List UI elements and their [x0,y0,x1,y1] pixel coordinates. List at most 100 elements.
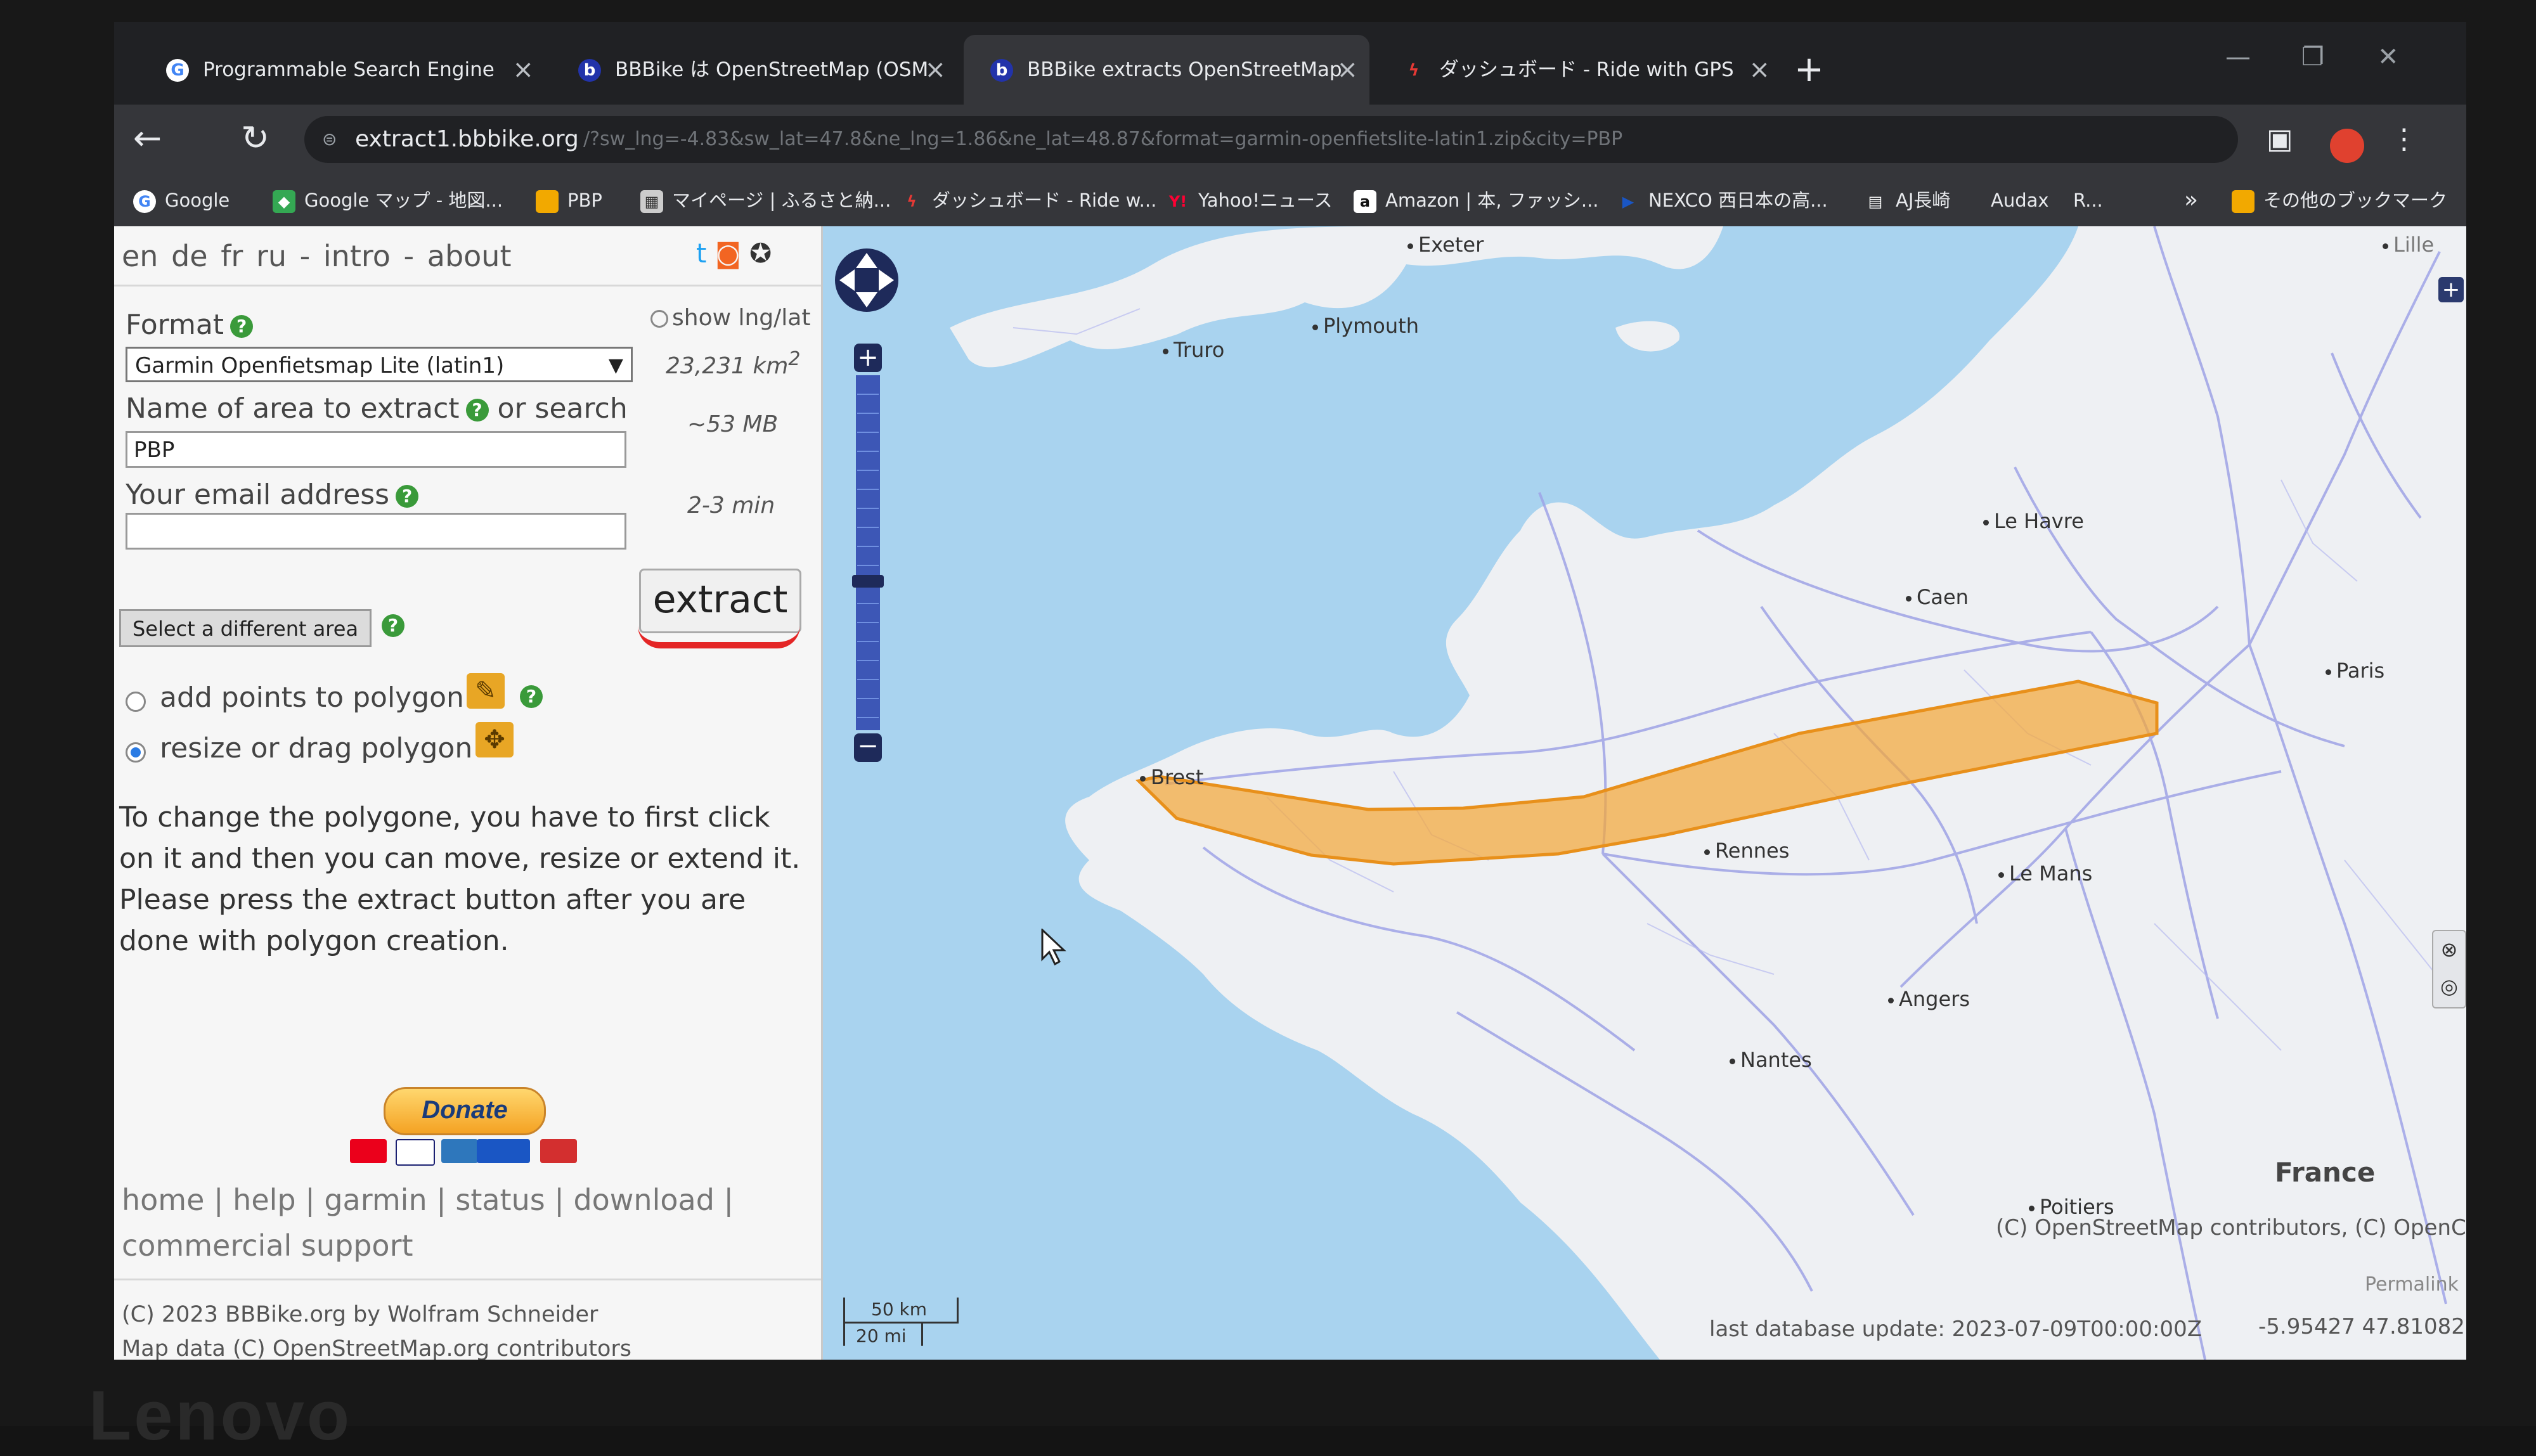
radio-icon[interactable] [650,310,668,328]
map-attribution[interactable]: (C) OpenStreetMap contributors, (C) Open… [1996,1215,2466,1240]
or-search-link[interactable]: or search [498,392,628,425]
bookmark-google-maps[interactable]: ◆ Google マップ - 地図... [273,174,503,226]
close-circle-icon[interactable]: ⊗ [2433,931,2465,968]
email-label: Your email address? [126,479,419,511]
layer-switcher-icon[interactable]: + [2438,277,2464,302]
nexco-icon: ▶ [1622,193,1634,210]
email-input[interactable] [126,513,626,550]
pencil-icon[interactable]: ✎ [467,673,505,709]
reload-icon[interactable]: ↻ [241,116,269,160]
nav-intro-link[interactable]: intro [323,239,391,273]
map-zoom-controls[interactable]: + − [832,245,902,790]
ridewithgps-icon: ϟ [907,193,917,210]
minimize-icon[interactable]: — [2225,32,2251,82]
show-lnglat-toggle[interactable]: show lng/lat [650,305,810,331]
amex-icon [441,1139,478,1163]
nav-separator: - [403,239,415,273]
bookmark-aj-nagasaki[interactable]: ▤ AJ長崎 [1864,174,1951,226]
add-points-radio[interactable] [126,692,146,712]
tab-bbbike-extracts[interactable]: b BBBike extracts OpenStreetMap × [964,35,1369,105]
site-icon: ▦ [640,190,663,213]
close-tab-icon[interactable]: × [1749,35,1770,105]
city-label: Exeter [1407,233,1484,257]
more-bookmarks-chevron-icon[interactable]: » [2184,174,2198,226]
map-view[interactable]: + − + ⊗ ◎ Exeter Plymouth Truro Le Havre… [823,226,2466,1360]
restore-icon[interactable]: ❐ [2301,32,2324,82]
lang-fr[interactable]: fr [221,239,243,273]
bookmark-google[interactable]: G Google [133,174,230,226]
close-tab-icon[interactable]: × [512,35,534,105]
ridewithgps-icon: ϟ [1408,61,1420,80]
help-icon[interactable]: ? [465,399,489,422]
address-bar[interactable]: ⊜ extract1.bbbike.org /?sw_lng=-4.83&sw_… [304,116,2238,163]
city-label: Plymouth [1312,314,1419,338]
nav-about-link[interactable]: about [427,239,512,273]
status-link[interactable]: status [455,1183,545,1217]
side-panel-icon[interactable]: ▣ [2267,119,2293,160]
garmin-link[interactable]: garmin [324,1183,427,1217]
select-different-area-button[interactable]: Select a different area [119,609,372,647]
language-nav: en de fr ru - intro - about [122,239,515,273]
tab-bbbike-osm[interactable]: b BBBike は OpenStreetMap (OSM × [552,35,957,105]
tab-ride-with-gps[interactable]: ϟ ダッシュボード - Ride with GPS × [1376,35,1782,105]
area-name-input[interactable]: PBP [126,431,626,468]
commercial-support-link[interactable]: commercial support [122,1228,413,1263]
help-icon[interactable]: ? [520,685,543,708]
help-icon[interactable]: ? [230,315,254,338]
chevron-down-icon: ▼ [608,354,623,377]
menu-kebab-icon[interactable]: ⋮ [2390,119,2418,160]
help-icon[interactable]: ? [382,614,404,637]
zoom-slider-track[interactable] [856,375,880,730]
google-icon: G [133,190,156,213]
move-arrows-icon[interactable]: ✥ [476,722,514,757]
profile-avatar[interactable] [2330,129,2364,163]
city-label: Truro [1163,338,1224,362]
add-points-label: add points to polygon [160,681,464,714]
divider [114,1279,821,1280]
tab-programmable-search[interactable]: G Programmable Search Engine × [139,35,545,105]
back-arrow-icon[interactable]: ← [133,116,162,160]
format-select[interactable]: Garmin Openfietsmap Lite (latin1) ▼ [126,347,633,382]
bookmark-r[interactable]: R... [2073,174,2103,226]
close-tab-icon[interactable]: × [924,35,946,105]
new-tab-icon[interactable]: + [1794,35,1824,105]
close-window-icon[interactable]: ✕ [2378,32,2399,82]
download-link[interactable]: download [573,1183,714,1217]
bookmark-nexco[interactable]: ▶ NEXCO 西日本の高... [1617,174,1828,226]
close-tab-icon[interactable]: × [1336,35,1358,105]
amazon-icon: a [1354,190,1376,213]
extract-button[interactable]: extract [639,569,801,633]
help-link[interactable]: help [233,1183,295,1217]
bookmark-amazon[interactable]: a Amazon | 本, ファッシ... [1354,174,1599,226]
rss-icon[interactable]: ◙ [715,238,741,269]
copyright: (C) 2023 BBBike.org by Wolfram Schneider… [122,1302,632,1360]
scale-mi: 20 mi [856,1325,907,1346]
home-link[interactable]: home [122,1183,204,1217]
map-canvas [950,226,2466,1360]
lang-en[interactable]: en [122,239,158,273]
address-toolbar: ← ↻ ⊜ extract1.bbbike.org /?sw_lng=-4.83… [114,105,2466,174]
bookmark-yahoo-news[interactable]: Y! Yahoo!ニュース [1167,174,1333,226]
resize-drag-radio[interactable] [126,742,146,763]
england-landmass [950,226,1723,368]
bookmark-pbp[interactable]: PBP [536,174,602,226]
locate-icon[interactable]: ◎ [2433,968,2465,1005]
bookmark-audax[interactable]: Audax [1991,174,2049,226]
bookmark-mypage[interactable]: ▦ マイページ | ふるさと納... [640,174,891,226]
site-info-icon[interactable]: ⊜ [322,129,340,150]
bookmark-ridewithgps[interactable]: ϟ ダッシュボード - Ride w... [900,174,1156,226]
tab-title: BBBike は OpenStreetMap (OSM [615,58,929,81]
permalink-link[interactable]: Permalink [2365,1273,2459,1296]
bookmark-other[interactable]: その他のブックマーク [2232,174,2447,226]
city-label: Brest [1140,765,1203,789]
zoom-slider-handle[interactable] [852,575,884,588]
donate-button[interactable]: Donate [384,1087,546,1135]
city-label: Angers [1888,987,1970,1011]
mouse-cursor-icon [1041,929,1066,966]
lang-ru[interactable]: ru [256,239,287,273]
lang-de[interactable]: de [171,239,208,273]
help-icon[interactable]: ? [396,485,419,508]
twitter-icon[interactable]: t [696,238,706,269]
area-size-text: 23,231 km2 [666,348,801,379]
settings-icon[interactable]: ✪ [749,238,772,269]
